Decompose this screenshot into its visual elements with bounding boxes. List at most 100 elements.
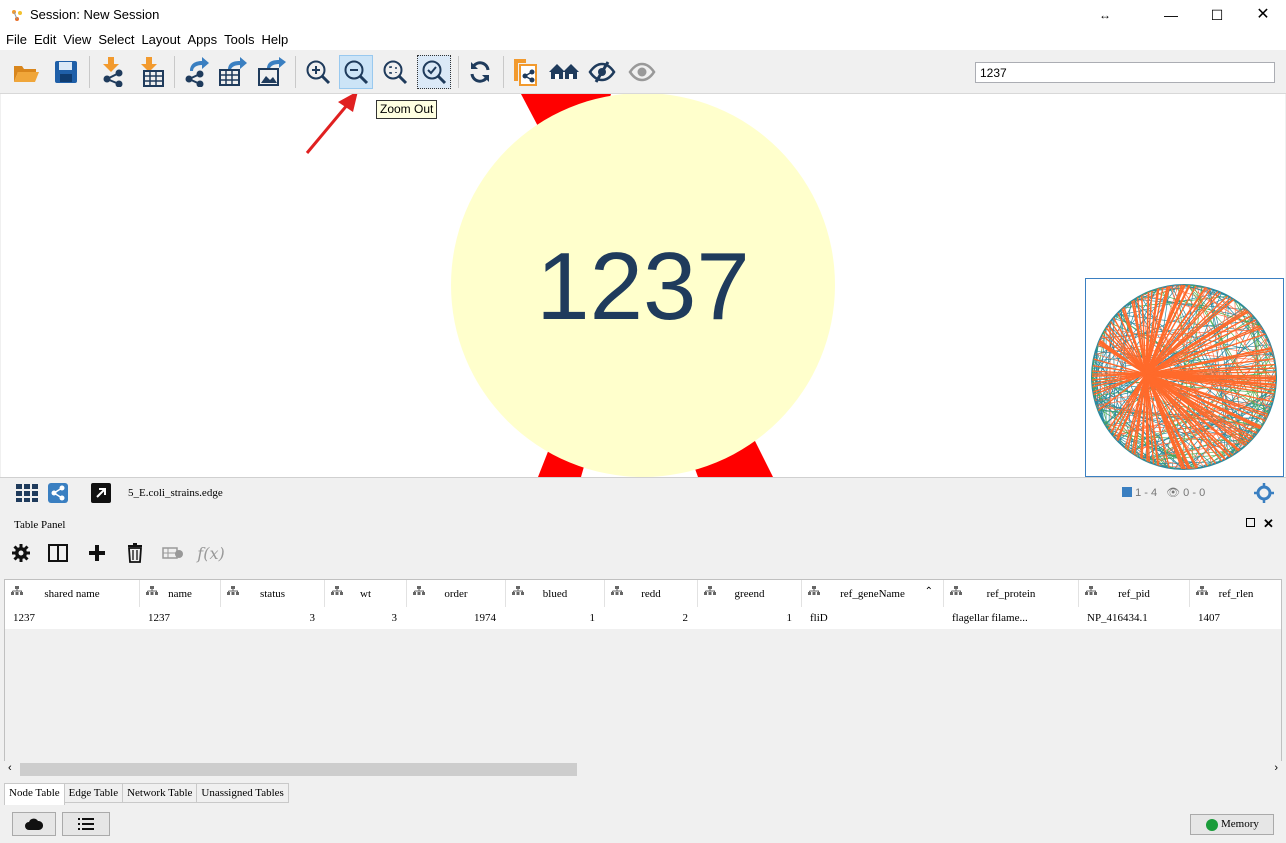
open-session-button[interactable] [9,55,43,89]
menu-apps[interactable]: Apps [188,30,218,50]
table-options-button[interactable] [8,541,34,565]
hide-selected-button[interactable] [585,55,619,89]
tab-edge-table[interactable]: Edge Table [64,783,124,803]
menu-select[interactable]: Select [98,30,134,50]
new-network-from-selection-button[interactable] [508,55,542,89]
table-cell[interactable]: 3 [221,612,316,624]
column-header[interactable]: wt [325,580,407,607]
column-header[interactable]: ref_pid [1079,580,1190,607]
scroll-left-icon[interactable]: ‹ [8,762,12,774]
table-cell[interactable]: 3 [325,612,398,624]
zoom-out-button[interactable] [339,55,373,89]
external-link-icon [91,483,111,503]
share-icon [48,483,68,503]
grid-icon [16,484,38,502]
export-network-button[interactable] [179,55,213,89]
overview-graphic [1091,284,1277,470]
show-columns-button[interactable] [45,541,71,565]
cloud-button[interactable] [12,812,56,836]
table-cell[interactable]: 1974 [407,612,496,624]
column-header[interactable]: ref_rlen [1190,580,1281,607]
grid-view-button[interactable] [15,483,39,506]
scroll-right-icon[interactable]: › [1274,762,1278,774]
tab-network-table[interactable]: Network Table [123,783,198,803]
table-header: shared name name status wt order blued redd gre… [5,580,1281,607]
zoom-in-button[interactable] [301,55,335,89]
export-image-button[interactable] [255,55,289,89]
table-cell[interactable]: 2 [605,612,689,624]
column-header[interactable]: blued [506,580,605,607]
table-cell[interactable]: 1407 [1198,612,1220,624]
tab-unassigned-tables[interactable]: Unassigned Tables [197,783,289,803]
fit-content-button[interactable] [1254,483,1274,506]
memory-status-icon [1206,819,1218,831]
show-all-button[interactable] [625,55,659,89]
share-network-button[interactable] [48,483,68,506]
memory-button[interactable]: Memory [1190,814,1274,835]
column-header[interactable]: ref_protein [944,580,1079,607]
column-header[interactable]: greend [698,580,802,607]
column-header[interactable]: shared name [5,580,140,607]
zoom-fit-button[interactable] [378,55,412,89]
zoom-selected-button[interactable] [417,55,451,89]
column-header-label: redd [641,588,661,600]
close-panel-button[interactable]: ✕ [1263,516,1274,532]
import-table-icon [141,57,164,87]
column-header-label: order [444,588,468,600]
minimize-button[interactable]: — [1153,4,1189,26]
column-header[interactable]: status [221,580,325,607]
apply-layout-button[interactable] [463,55,497,89]
delete-column-button[interactable] [122,541,148,565]
menu-layout[interactable]: Layout [141,30,180,50]
table-cell[interactable]: fliD [810,612,828,624]
horizontal-scrollbar[interactable]: ‹ › [4,761,1282,778]
network-overview[interactable] [1085,278,1284,477]
menu-edit[interactable]: Edit [34,30,56,50]
node-label: 1237 [536,233,750,340]
table-cell[interactable]: 1237 [13,612,35,624]
table-cell[interactable]: NP_416434.1 [1087,612,1148,624]
table-row[interactable]: 1237 1237 3 3 1974 1 2 1 fliD flagellar filame...… [5,607,1281,629]
zoom-fit-icon [383,60,408,85]
list-icon [78,818,94,830]
export-table-button[interactable] [216,55,250,89]
table-cell[interactable]: 1 [698,612,793,624]
selected-count: 1 - 4 [1135,487,1158,499]
menu-tools[interactable]: Tools [224,30,254,50]
menu-view[interactable]: View [63,30,91,50]
import-network-icon [103,57,123,87]
column-header[interactable]: redd [605,580,698,607]
export-image-icon [258,57,286,86]
show-all-icon [628,62,656,82]
import-table-button[interactable] [135,55,169,89]
task-list-button[interactable] [62,812,110,836]
save-session-button[interactable] [49,55,83,89]
table-cell[interactable]: 1237 [148,612,170,624]
first-neighbors-button[interactable] [547,55,581,89]
export-network-icon [185,57,209,87]
menu-help[interactable]: Help [262,30,289,50]
hidden-eye-icon: 👁 [1166,487,1181,499]
float-panel-button[interactable] [1246,518,1255,527]
import-network-button[interactable] [95,55,129,89]
column-header[interactable]: order [407,580,506,607]
menu-file[interactable]: File [6,30,27,50]
add-column-button[interactable] [84,541,110,565]
maximize-button[interactable]: ☐ [1199,4,1235,26]
selection-counts: 1 - 4 👁 0 - 0 [1122,486,1205,499]
search-input[interactable] [975,62,1275,83]
detach-view-button[interactable] [91,483,111,506]
first-neighbors-icon [549,64,579,79]
column-header[interactable]: name [140,580,221,607]
table-panel-title: Table Panel [14,519,66,531]
column-header-label: status [259,588,286,600]
resize-icon: ↔ [1099,8,1111,22]
scrollbar-thumb[interactable] [20,763,577,776]
function-builder-icon: f(x) [197,543,225,563]
close-button[interactable]: ✕ [1245,4,1281,26]
table-cell[interactable]: flagellar filame... [952,612,1028,624]
tab-node-table[interactable]: Node Table [4,783,65,805]
gear-icon [12,544,30,562]
column-header[interactable]: ref_geneName ⌃ [802,580,944,607]
table-cell[interactable]: 1 [506,612,596,624]
